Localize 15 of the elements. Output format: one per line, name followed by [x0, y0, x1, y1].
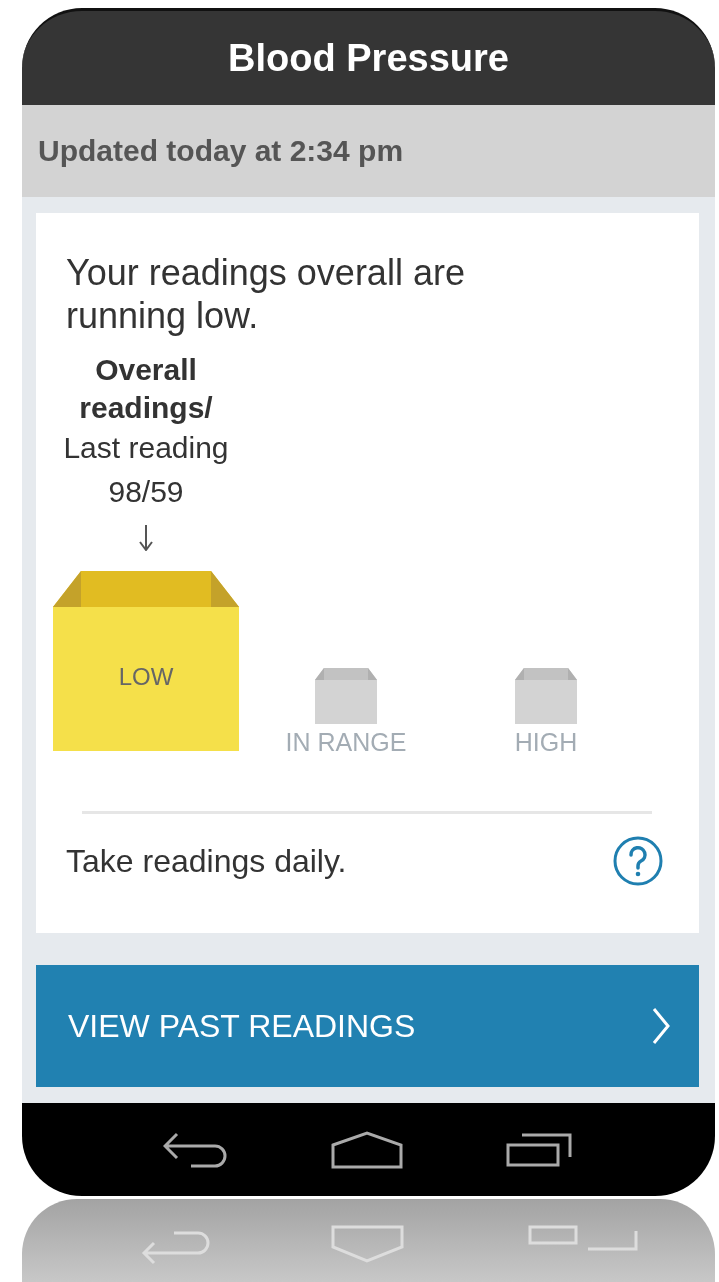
home-icon[interactable] [331, 1130, 404, 1169]
category-label: LOW [118, 663, 174, 692]
arrow-down-icon [139, 525, 153, 552]
summary-message: Your readings overall are running low. [66, 251, 466, 338]
chevron-right-icon [651, 1007, 671, 1045]
recent-apps-icon[interactable] [505, 1132, 574, 1167]
reading-label: Last reading [63, 430, 229, 467]
screen-title: Blood Pressure [228, 36, 509, 80]
reading-value: 98/59 [108, 473, 184, 510]
updated-time: Updated today at 2:34 pm [38, 134, 404, 168]
category-label: HIGH [514, 728, 578, 758]
view-past-readings-button[interactable]: VIEW PAST READINGS [36, 965, 699, 1087]
reading-title: Overall readings/ [78, 352, 214, 426]
advice-text: Take readings daily. [66, 842, 347, 880]
category-label: IN RANGE [285, 728, 407, 758]
